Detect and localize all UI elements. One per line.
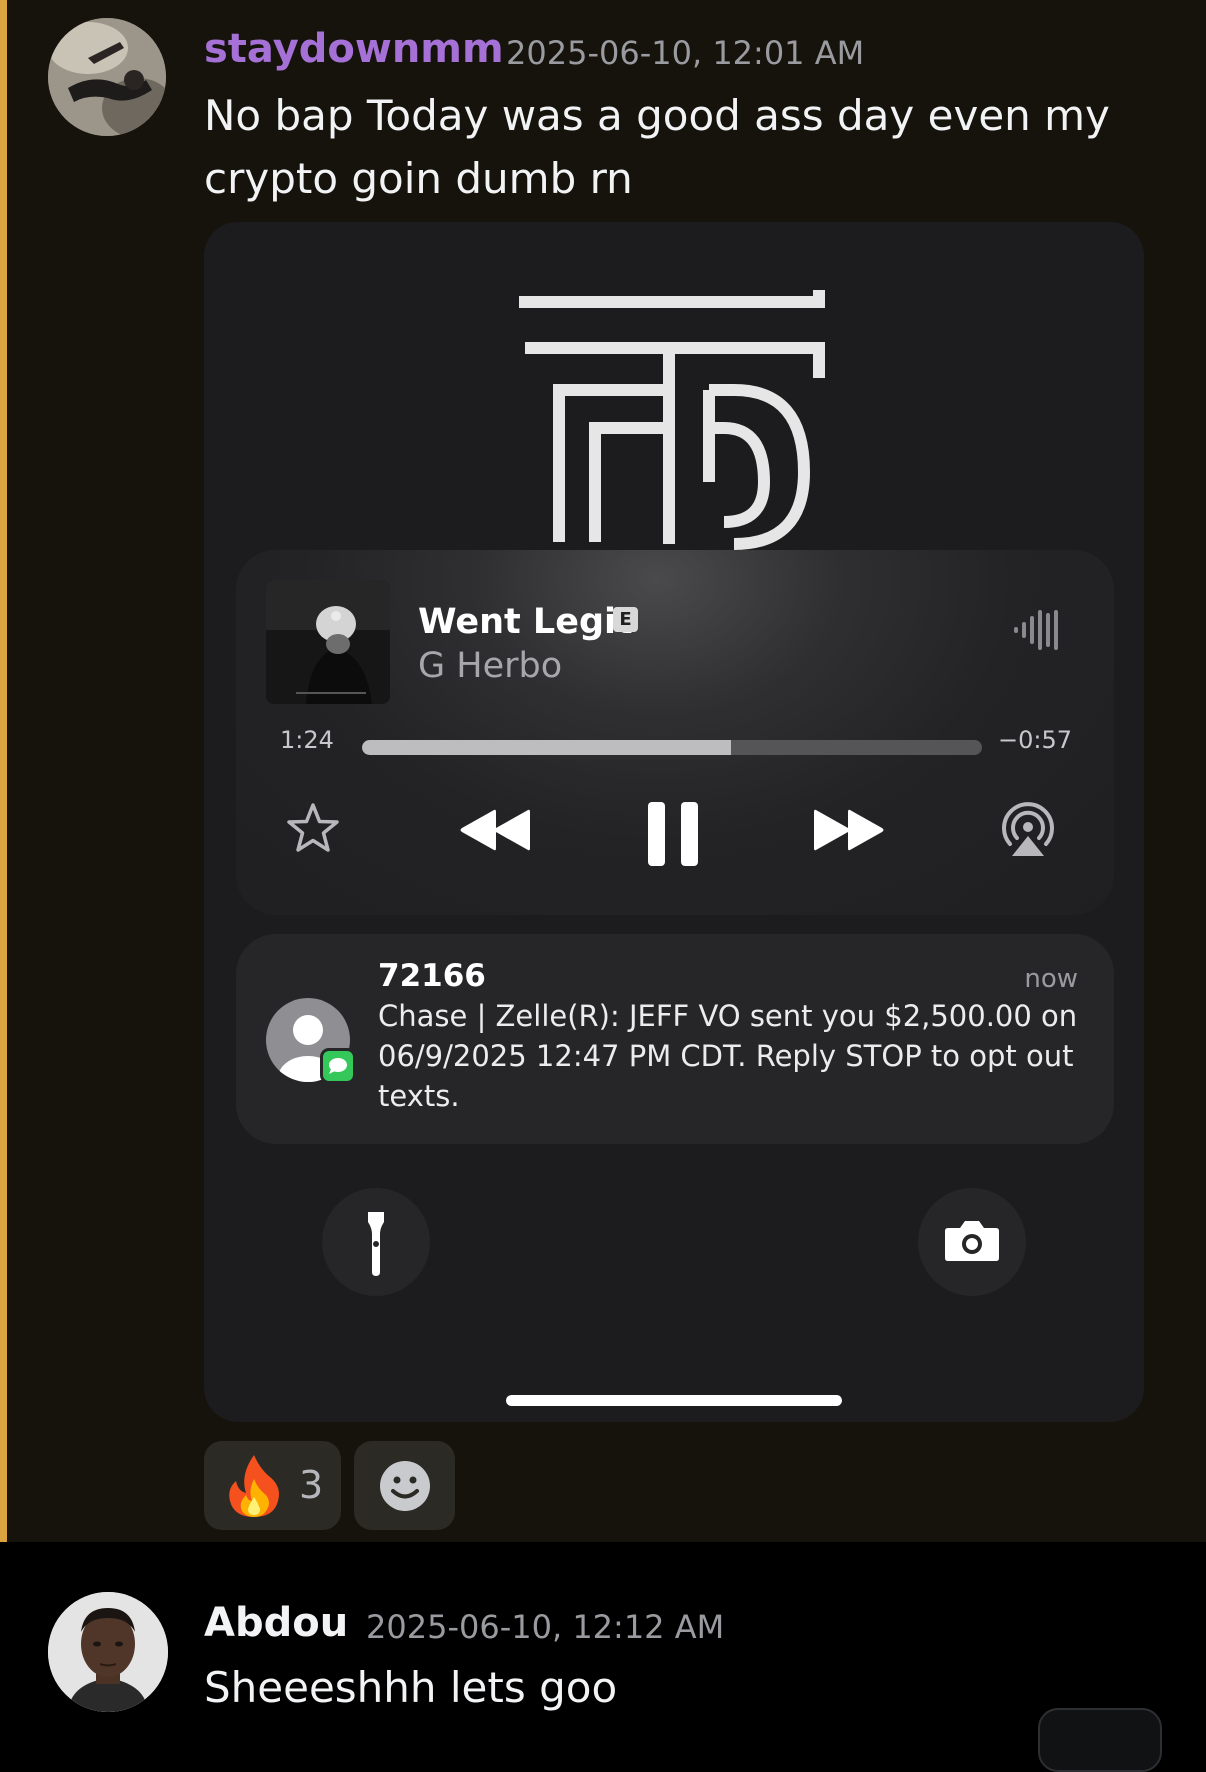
- elapsed-time: 1:24: [280, 726, 334, 754]
- now-playing-widget[interactable]: Went Legit E G Herbo 1:24 −0:57: [236, 550, 1114, 915]
- username[interactable]: staydownmm: [204, 26, 504, 72]
- message-notification[interactable]: 72166 now Chase | Zelle(R): JEFF VO sent…: [236, 934, 1114, 1144]
- notification-time: now: [1024, 964, 1078, 994]
- rewind-icon[interactable]: [458, 808, 530, 852]
- partial-button[interactable]: [1038, 1708, 1162, 1772]
- fast-forward-icon[interactable]: [814, 808, 886, 852]
- image-attachment[interactable]: Went Legit E G Herbo 1:24 −0:57 72166 no…: [204, 222, 1144, 1422]
- reaction-count: 3: [299, 1463, 324, 1507]
- message-text: No bap Today was a good ass day even my …: [204, 84, 1110, 210]
- wallpaper: [204, 222, 1144, 552]
- message-text-line: No bap Today was a good ass day even my: [204, 91, 1110, 140]
- star-icon[interactable]: [286, 802, 340, 856]
- message-text: Sheeeshhh lets goo: [204, 1663, 618, 1712]
- album-art: [266, 580, 390, 704]
- notification-body: Chase | Zelle(R): JEFF VO sent you $2,50…: [378, 999, 1078, 1113]
- notification-sender: 72166: [378, 958, 486, 994]
- camera-button[interactable]: [918, 1188, 1026, 1296]
- home-indicator: [506, 1395, 842, 1406]
- timestamp: 2025-06-10, 12:01 AM: [506, 34, 865, 72]
- progress-fill: [362, 740, 731, 755]
- add-reaction-icon: [380, 1461, 430, 1511]
- remaining-time: −0:57: [997, 726, 1072, 754]
- fire-emoji-icon: [229, 1455, 279, 1517]
- reaction-fire[interactable]: 3: [204, 1441, 341, 1530]
- pause-icon[interactable]: [646, 800, 700, 868]
- flashlight-button[interactable]: [322, 1188, 430, 1296]
- explicit-badge: E: [613, 607, 638, 632]
- airplay-icon[interactable]: [998, 800, 1058, 860]
- camera-icon: [945, 1221, 999, 1261]
- avatar[interactable]: [48, 1592, 168, 1712]
- progress-bar[interactable]: [362, 740, 982, 755]
- messages-app-icon: [320, 1048, 356, 1084]
- wallpaper-logo-icon: [519, 290, 825, 550]
- avatar[interactable]: [48, 18, 166, 136]
- message-text-line: crypto goin dumb rn: [204, 154, 633, 203]
- song-title: Went Legit: [418, 602, 633, 642]
- artist-name: G Herbo: [418, 646, 563, 686]
- timestamp: 2025-06-10, 12:12 AM: [366, 1608, 725, 1646]
- username[interactable]: Abdou: [204, 1600, 348, 1646]
- flashlight-icon: [368, 1212, 384, 1276]
- add-reaction-button[interactable]: [354, 1441, 455, 1530]
- waveform-icon: [1014, 610, 1058, 650]
